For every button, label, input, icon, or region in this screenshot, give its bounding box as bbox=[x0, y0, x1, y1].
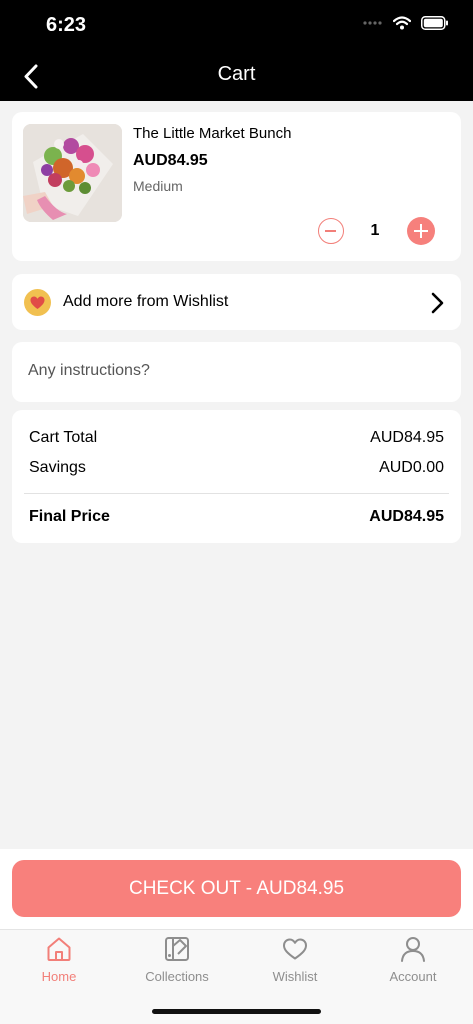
order-summary: Cart Total AUD84.95 Savings AUD0.00 Fina… bbox=[12, 410, 461, 543]
savings-value: AUD0.00 bbox=[379, 459, 444, 476]
heart-icon bbox=[30, 296, 45, 309]
heart-icon bbox=[283, 938, 307, 960]
wishlist-label: Add more from Wishlist bbox=[63, 293, 229, 310]
instructions-card bbox=[12, 342, 461, 402]
chevron-right-icon bbox=[431, 292, 444, 314]
final-price-value: AUD84.95 bbox=[369, 508, 444, 525]
cart-item-card: The Little Market Bunch AUD84.95 Medium … bbox=[12, 112, 461, 261]
wishlist-heart-icon bbox=[24, 289, 51, 316]
wishlist-row[interactable]: Add more from Wishlist bbox=[12, 274, 461, 330]
status-bar: 6:23 bbox=[0, 0, 473, 50]
status-time: 6:23 bbox=[46, 14, 87, 36]
home-indicator bbox=[152, 1009, 321, 1014]
checkout-button[interactable]: CHECK OUT - AUD84.95 bbox=[12, 860, 461, 917]
cellular-signal-icon bbox=[363, 21, 382, 25]
tab-account-label: Account bbox=[389, 969, 437, 984]
product-size: Medium bbox=[133, 178, 183, 194]
cart-total-label: Cart Total bbox=[29, 429, 98, 446]
product-image[interactable] bbox=[23, 124, 122, 222]
tab-collections[interactable]: Collections bbox=[118, 930, 236, 990]
collections-icon bbox=[165, 937, 189, 961]
final-price-label: Final Price bbox=[29, 508, 110, 525]
decrease-quantity-button[interactable] bbox=[318, 218, 344, 244]
cart-total-value: AUD84.95 bbox=[370, 429, 444, 446]
tab-bar: Home Collections Wishlist Account bbox=[0, 929, 473, 1024]
checkout-bar: CHECK OUT - AUD84.95 bbox=[0, 849, 473, 929]
tab-collections-label: Collections bbox=[145, 969, 209, 984]
home-icon bbox=[47, 937, 71, 961]
savings-label: Savings bbox=[29, 459, 86, 476]
battery-icon bbox=[421, 16, 448, 30]
user-icon bbox=[401, 937, 425, 962]
tab-account[interactable]: Account bbox=[354, 930, 472, 990]
flower-bouquet-image bbox=[23, 124, 122, 222]
quantity-value: 1 bbox=[370, 222, 380, 239]
increase-quantity-button[interactable] bbox=[407, 217, 435, 245]
product-price: AUD84.95 bbox=[133, 152, 208, 169]
page-title: Cart bbox=[217, 63, 256, 85]
tab-wishlist[interactable]: Wishlist bbox=[236, 930, 354, 990]
instructions-input[interactable] bbox=[28, 362, 448, 380]
wifi-icon bbox=[393, 16, 411, 30]
summary-divider bbox=[24, 493, 449, 494]
tab-home[interactable]: Home bbox=[0, 930, 118, 990]
tab-home-label: Home bbox=[41, 969, 77, 984]
product-name[interactable]: The Little Market Bunch bbox=[133, 125, 291, 142]
tab-wishlist-label: Wishlist bbox=[272, 969, 318, 984]
status-icons bbox=[363, 16, 449, 30]
navigation-bar: Cart bbox=[0, 50, 473, 101]
